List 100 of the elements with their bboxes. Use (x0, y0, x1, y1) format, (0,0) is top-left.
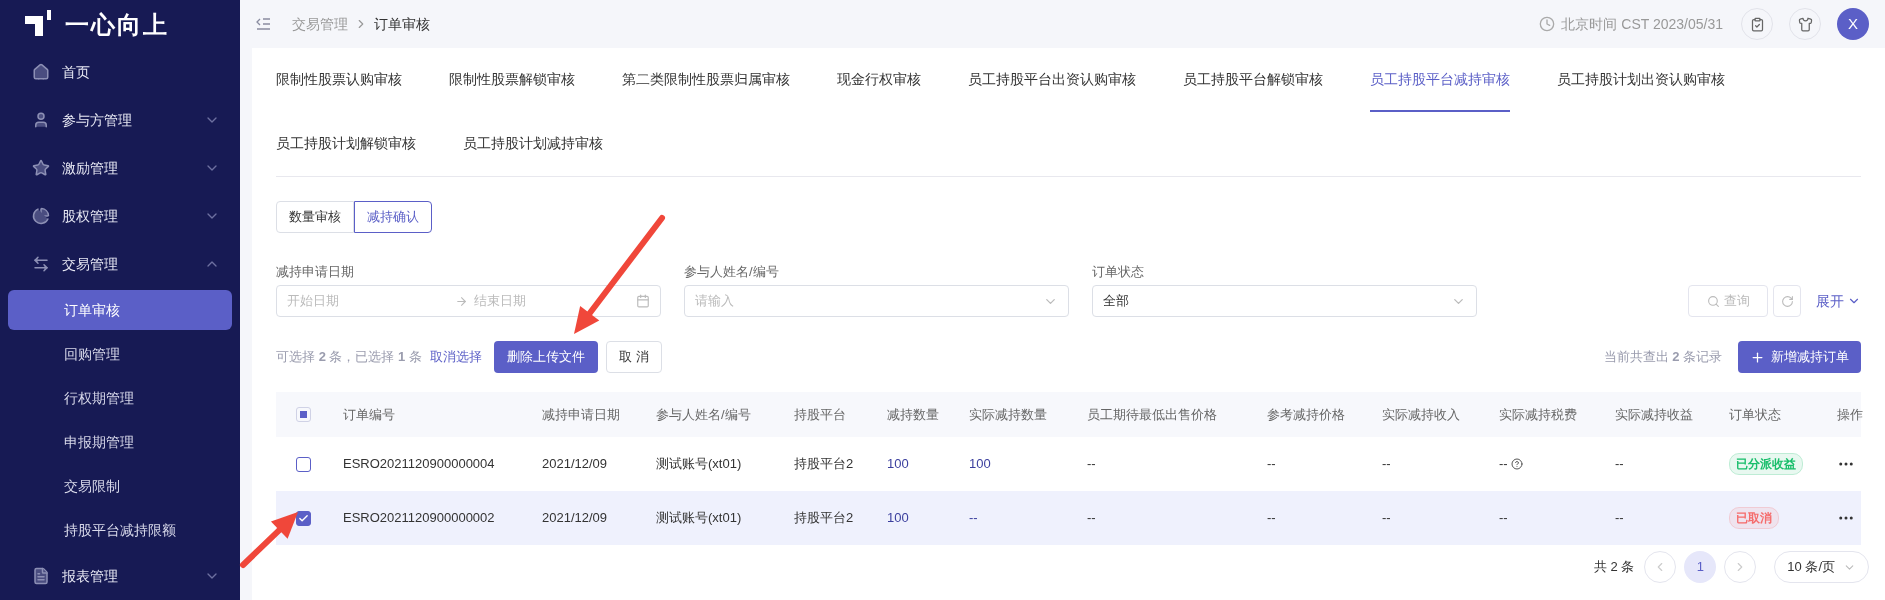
sidebar-subitem[interactable]: 回购管理 (8, 334, 232, 374)
tab[interactable]: 现金行权审核 (837, 48, 921, 112)
column-header: 实际减持收益 (1614, 405, 1694, 424)
table-cell-text: 100 (887, 509, 909, 528)
sidebar-item[interactable]: 报表管理 (8, 552, 232, 600)
status-tag: 已取消 (1729, 507, 1779, 530)
current-time: 北京时间 CST 2023/05/31 (1561, 14, 1723, 34)
table-cell-text: -- (1382, 455, 1391, 474)
pie-chart-icon (32, 207, 50, 225)
status-tag: 已分派收益 (1729, 453, 1803, 476)
avatar[interactable]: X (1837, 8, 1869, 40)
logo-text: 一心向上 (65, 10, 169, 40)
annotation-arrow (240, 512, 298, 568)
document-icon (32, 567, 50, 585)
tab[interactable]: 限制性股票认购审核 (276, 48, 402, 112)
table-cell-text: -- (1267, 509, 1276, 528)
filter-label: 参与人姓名/编号 (684, 263, 780, 281)
table-cell-text: ESRO2021120900000002 (343, 509, 495, 528)
user-icon (32, 111, 50, 129)
table-cell-text: 测试账号(xt01) (656, 509, 742, 528)
sidebar-subitem[interactable]: 订单审核 (8, 290, 232, 330)
table-cell-text: 持股平台2 (794, 509, 854, 528)
page-button[interactable]: 1 (1684, 551, 1717, 583)
selection-info: 可选择 2 条，已选择 1 条 (276, 348, 422, 367)
sidebar-item[interactable]: 股权管理 (8, 192, 232, 240)
select-all-checkbox[interactable] (296, 407, 311, 422)
clock-icon (1539, 16, 1556, 32)
column-header: 订单状态 (1728, 405, 1782, 424)
row-checkbox[interactable] (296, 456, 311, 472)
search-icon (1706, 294, 1720, 308)
table-cell-text: -- (1499, 509, 1508, 528)
column-header: 减持数量 (886, 405, 940, 424)
tab[interactable]: 限制性股票解锁审核 (449, 48, 575, 112)
total-count: 共 2 条 (1593, 558, 1635, 577)
cancel-selection-link[interactable]: 取消选择 (429, 347, 482, 367)
tab[interactable]: 员工持股平台减持审核 (1370, 48, 1510, 112)
breadcrumb-item: 订单审核 (374, 14, 430, 34)
sidebar-subitem[interactable]: 申报期管理 (8, 422, 232, 462)
filter-label: 订单状态 (1092, 263, 1145, 281)
cancel-button[interactable]: 取 消 (605, 341, 662, 373)
column-header: 操作 (1836, 405, 1864, 424)
menu-fold-icon[interactable] (256, 18, 270, 30)
column-header: 参考减持价格 (1266, 405, 1346, 424)
select-field[interactable]: 全部 (1092, 285, 1477, 317)
table-row[interactable]: ESRO2021120900000002 2021/12/09 测试账号(xt01) 持股平台2 100 -- -- -- -- -- -- 已取消 (276, 491, 1861, 545)
tab[interactable]: 员工持股计划减持审核 (463, 112, 603, 176)
sidebar-item[interactable]: 首页 (8, 48, 232, 96)
segment-tab[interactable]: 数量审核 (276, 201, 354, 233)
expand-link[interactable]: 展开 (1816, 285, 1861, 317)
table-cell-text: 2021/12/09 (542, 455, 608, 474)
table-cell-text: -- (969, 509, 978, 528)
column-header: 持股平台 (793, 405, 847, 424)
sidebar-subitem[interactable]: 行权期管理 (8, 378, 232, 418)
column-header: 实际减持数量 (968, 405, 1048, 424)
column-header: 实际减持税费 (1498, 405, 1578, 424)
table-cell-text: -- (1087, 455, 1096, 474)
plus-icon (1750, 349, 1765, 365)
filter-label: 减持申请日期 (276, 263, 355, 281)
sidebar-subitem[interactable]: 持股平台减持限额 (8, 510, 232, 550)
table-cell-text: -- (1615, 509, 1624, 528)
table-cell-text: 100 (969, 455, 991, 474)
column-header: 实际减持收入 (1381, 405, 1461, 424)
sidebar-subitem[interactable]: 交易限制 (8, 466, 232, 506)
reset-icon (1780, 294, 1794, 308)
check-icon (298, 512, 309, 524)
shirt-icon (1797, 16, 1813, 32)
table-cell-text: 持股平台2 (794, 455, 854, 474)
table-cell-text: -- (1499, 455, 1508, 474)
row-checkbox[interactable] (296, 510, 311, 526)
column-header: 员工期待最低出售价格 (1086, 405, 1218, 424)
table-cell-text: -- (1087, 509, 1096, 528)
sidebar-item[interactable]: 激励管理 (8, 144, 232, 192)
column-header: 参与人姓名/编号 (655, 405, 752, 424)
calendar-icon (636, 294, 650, 308)
table-cell-text: -- (1615, 455, 1624, 474)
tab[interactable]: 员工持股平台解锁审核 (1183, 48, 1323, 112)
add-order-button[interactable]: 新增减持订单 (1738, 341, 1861, 373)
record-count: 当前共查出 2 条记录 (1603, 348, 1722, 367)
house-icon (32, 63, 50, 81)
sidebar-item[interactable]: 参与方管理 (8, 96, 232, 144)
table-cell-text: 100 (887, 455, 909, 474)
delete-upload-button[interactable]: 删除上传文件 (493, 341, 598, 373)
exchange-icon (32, 255, 50, 273)
tab[interactable]: 员工持股计划解锁审核 (276, 112, 416, 176)
column-header: 减持申请日期 (541, 405, 621, 424)
tab[interactable]: 第二类限制性股票归属审核 (622, 48, 790, 112)
table-cell-text: -- (1267, 455, 1276, 474)
column-header: 订单编号 (342, 405, 396, 424)
sidebar-item[interactable]: 交易管理 (8, 240, 232, 288)
table-cell-text: ESRO2021120900000004 (343, 455, 495, 474)
help-icon[interactable] (1510, 458, 1523, 470)
tab[interactable]: 员工持股计划出资认购审核 (1557, 48, 1725, 112)
clipboard-check-icon (1749, 16, 1765, 32)
arrow-right-icon (455, 294, 468, 308)
segment-tab[interactable]: 减持确认 (354, 201, 432, 233)
table-cell-text: -- (1382, 509, 1391, 528)
table-cell-text: 2021/12/09 (542, 509, 608, 528)
table-cell-text: 测试账号(xt01) (656, 455, 742, 474)
star-icon (32, 159, 50, 177)
tab[interactable]: 员工持股平台出资认购审核 (968, 48, 1136, 112)
